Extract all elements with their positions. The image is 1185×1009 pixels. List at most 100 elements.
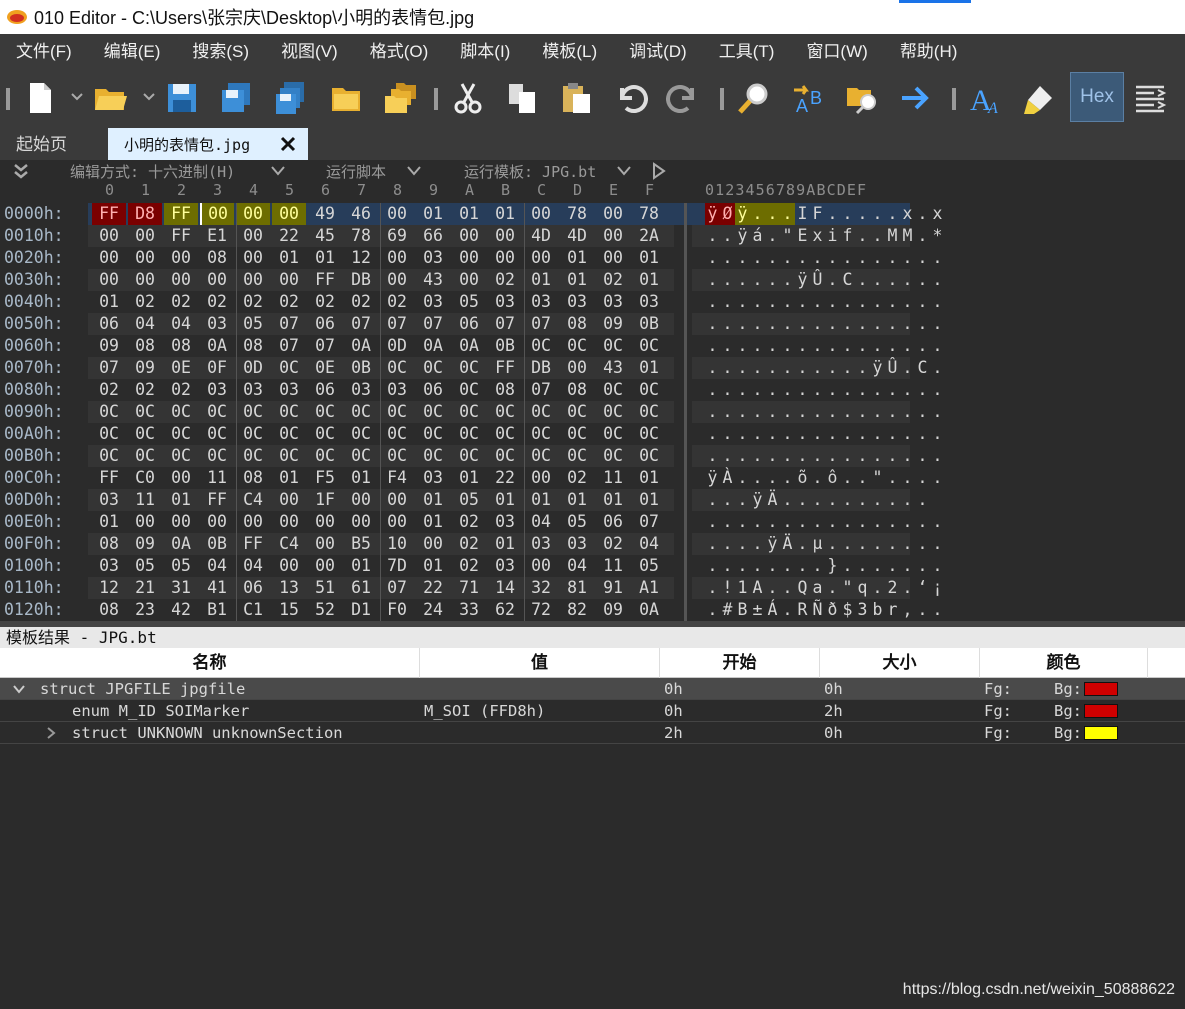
ascii-char[interactable]: . — [915, 599, 930, 621]
hex-byte[interactable]: 01 — [488, 533, 522, 555]
ascii-char[interactable]: . — [825, 203, 840, 225]
hex-byte[interactable]: 02 — [452, 511, 486, 533]
ascii-char[interactable]: . — [780, 555, 795, 577]
ascii-char[interactable]: . — [930, 467, 945, 489]
hex-byte[interactable]: 0C — [308, 445, 342, 467]
hex-byte[interactable]: 02 — [236, 291, 270, 313]
run-script-dropdown[interactable]: 运行脚本 — [326, 161, 386, 182]
ascii-char[interactable]: ! — [720, 577, 735, 599]
hex-byte[interactable]: C4 — [236, 489, 270, 511]
hex-byte[interactable]: 00 — [236, 247, 270, 269]
hex-byte[interactable]: 15 — [272, 599, 306, 621]
ascii-char[interactable]: . — [780, 269, 795, 291]
menu-template[interactable]: 模板(L) — [526, 34, 613, 70]
hex-byte[interactable]: 01 — [560, 269, 594, 291]
hex-byte[interactable]: 03 — [200, 379, 234, 401]
ascii-char[interactable]: . — [855, 247, 870, 269]
ascii-char[interactable]: . — [720, 489, 735, 511]
hex-row[interactable]: 0040h: 01 02 02 02 02 02 02 02 02 03 05 03 03 03 03 03..… — [0, 291, 1185, 313]
ascii-char[interactable]: . — [915, 203, 930, 225]
hex-byte[interactable]: B1 — [200, 599, 234, 621]
ascii-char[interactable]: . — [705, 445, 720, 467]
hex-editor-grid[interactable]: 0000h: FF D8 FF 00 00 00 49 46 00 01 01 01 00 78 00 78 ÿ Ø… — [0, 203, 1185, 621]
hex-byte[interactable]: 0C — [92, 423, 126, 445]
hex-byte[interactable]: 07 — [380, 577, 414, 599]
hex-byte[interactable]: 00 — [524, 555, 558, 577]
ascii-char[interactable]: . — [900, 247, 915, 269]
hex-byte[interactable]: FF — [92, 203, 126, 225]
ascii-char[interactable]: . — [705, 269, 720, 291]
hex-byte[interactable]: 08 — [236, 335, 270, 357]
hex-byte[interactable]: 00 — [452, 247, 486, 269]
ascii-char[interactable]: . — [900, 291, 915, 313]
hex-byte[interactable]: 0C — [380, 423, 414, 445]
hex-byte[interactable]: 08 — [488, 379, 522, 401]
ascii-char[interactable]: . — [780, 379, 795, 401]
ascii-char[interactable]: . — [810, 445, 825, 467]
edit-mode-dropdown[interactable]: 编辑方式: 十六进制(H) — [70, 161, 235, 182]
ascii-char[interactable]: . — [750, 423, 765, 445]
ascii-char[interactable]: . — [930, 555, 945, 577]
hex-byte[interactable]: 0D — [380, 335, 414, 357]
hex-byte[interactable]: 0A — [200, 335, 234, 357]
ascii-char[interactable]: . — [795, 247, 810, 269]
ascii-char[interactable]: . — [900, 379, 915, 401]
hex-byte[interactable]: 01 — [92, 511, 126, 533]
hex-byte[interactable]: 0C — [560, 423, 594, 445]
hex-byte[interactable]: 11 — [128, 489, 162, 511]
hex-byte[interactable]: 0C — [632, 335, 666, 357]
hex-byte[interactable]: 09 — [596, 313, 630, 335]
ascii-char[interactable]: . — [855, 467, 870, 489]
ascii-char[interactable]: . — [705, 401, 720, 423]
hex-byte[interactable]: 0C — [128, 423, 162, 445]
hex-byte[interactable]: 0C — [308, 401, 342, 423]
hex-byte[interactable]: 00 — [128, 269, 162, 291]
ascii-char[interactable]: . — [900, 335, 915, 357]
hex-byte[interactable]: 07 — [344, 313, 378, 335]
paste-button[interactable] — [554, 76, 598, 120]
ascii-char[interactable]: . — [900, 445, 915, 467]
ascii-char[interactable]: . — [930, 511, 945, 533]
ascii-char[interactable]: . — [915, 313, 930, 335]
ascii-char[interactable]: . — [855, 225, 870, 247]
ascii-char[interactable]: . — [735, 445, 750, 467]
hex-byte[interactable]: 4D — [524, 225, 558, 247]
ascii-char[interactable]: . — [810, 335, 825, 357]
hex-byte[interactable]: 00 — [164, 247, 198, 269]
hex-byte[interactable]: 01 — [632, 489, 666, 511]
ascii-char[interactable]: F — [810, 203, 825, 225]
hex-byte[interactable]: 02 — [452, 533, 486, 555]
ascii-char[interactable]: . — [885, 379, 900, 401]
menu-format[interactable]: 格式(O) — [354, 34, 445, 70]
ascii-char[interactable]: . — [780, 445, 795, 467]
hex-row[interactable]: 00C0h: FF C0 00 11 08 01 F5 01 F4 03 01 22 00 02 11 01 ÿ À… — [0, 467, 1185, 489]
ascii-char[interactable]: . — [900, 313, 915, 335]
ascii-char[interactable]: . — [795, 401, 810, 423]
ascii-char[interactable]: . — [780, 247, 795, 269]
ascii-char[interactable]: . — [795, 445, 810, 467]
hex-byte[interactable]: 00 — [236, 269, 270, 291]
hex-byte[interactable]: 01 — [344, 467, 378, 489]
hex-byte[interactable]: 00 — [524, 203, 558, 225]
ascii-char[interactable]: . — [780, 599, 795, 621]
hex-byte[interactable]: 0A — [344, 335, 378, 357]
hex-byte[interactable]: 00 — [272, 511, 306, 533]
hex-byte[interactable]: 0C — [236, 401, 270, 423]
ascii-char[interactable]: . — [810, 555, 825, 577]
ascii-char[interactable]: . — [915, 533, 930, 555]
hex-byte[interactable]: 01 — [524, 489, 558, 511]
hex-byte[interactable]: 01 — [560, 247, 594, 269]
ascii-char[interactable]: . — [855, 555, 870, 577]
hex-byte[interactable]: 62 — [488, 599, 522, 621]
hex-byte[interactable]: 12 — [92, 577, 126, 599]
hex-byte[interactable]: 0C — [524, 401, 558, 423]
hex-byte[interactable]: 7D — [380, 555, 414, 577]
ascii-char[interactable]: . — [750, 445, 765, 467]
save-as-button[interactable] — [214, 76, 258, 120]
hex-byte[interactable]: 07 — [272, 313, 306, 335]
hex-byte[interactable]: 08 — [92, 533, 126, 555]
hex-byte[interactable]: 01 — [416, 203, 450, 225]
ascii-char[interactable]: . — [705, 335, 720, 357]
ascii-char[interactable]: . — [900, 269, 915, 291]
ascii-char[interactable]: . — [855, 357, 870, 379]
